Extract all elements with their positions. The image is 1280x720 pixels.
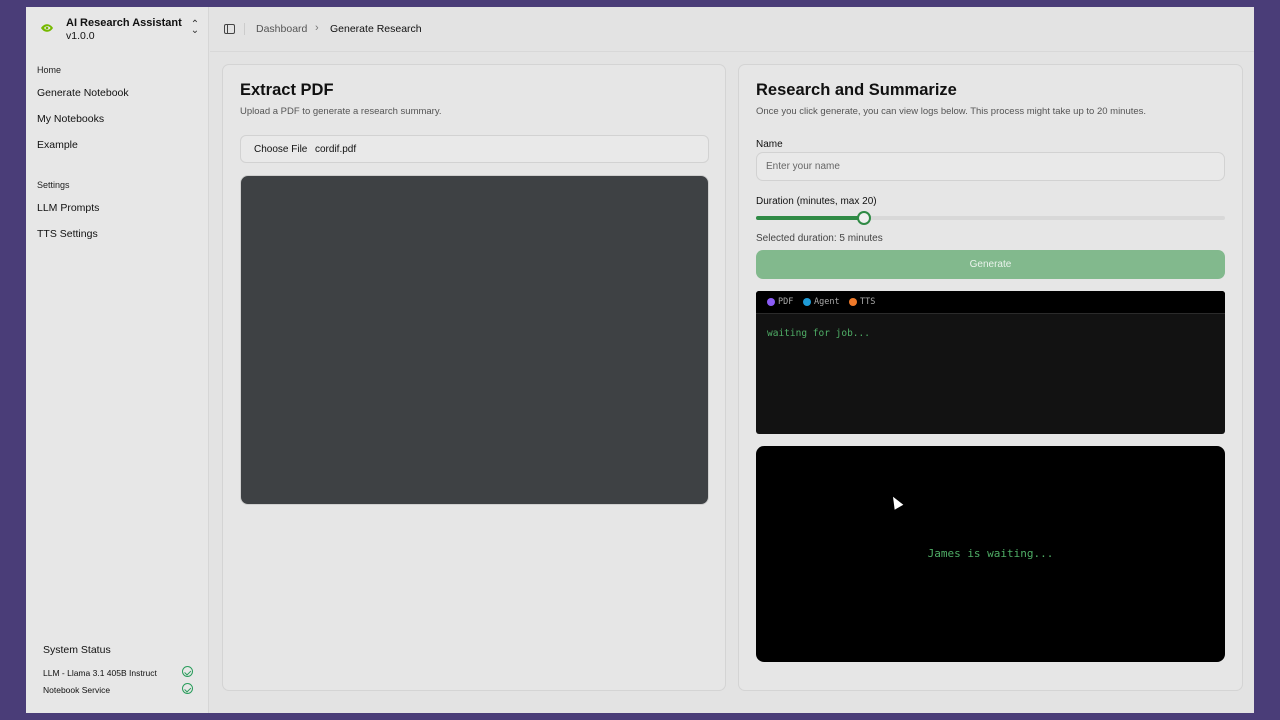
- sidebar-section-home: Home: [37, 65, 62, 75]
- selected-file-name: cordif.pdf: [315, 144, 357, 155]
- system-status-title: System Status: [43, 644, 111, 656]
- sidebar: AI Research Assistant v1.0.0 ⌃ ⌄ Home Gen…: [26, 7, 209, 713]
- extract-pdf-card: Extract PDF Upload a PDF to generate a r…: [222, 64, 726, 691]
- app-version: v1.0.0: [66, 30, 95, 42]
- duration-slider[interactable]: [756, 211, 1225, 225]
- generate-button[interactable]: Generate: [756, 250, 1225, 279]
- name-input[interactable]: [756, 152, 1225, 181]
- log-panel[interactable]: PDF Agent TTS waiting for job...: [756, 291, 1225, 434]
- status-row-notebook: Notebook Service: [43, 683, 193, 697]
- sidebar-item-generate-notebook[interactable]: Generate Notebook: [37, 87, 129, 99]
- chevron-right-icon: ›: [315, 22, 319, 34]
- sidebar-item-my-notebooks[interactable]: My Notebooks: [37, 113, 104, 125]
- status-row-llm: LLM - Llama 3.1 405B Instruct: [43, 666, 193, 680]
- choose-file-button[interactable]: Choose File: [254, 144, 307, 155]
- app-title: AI Research Assistant: [66, 17, 182, 29]
- check-circle-icon: [182, 666, 193, 677]
- legend-dot-icon: [803, 298, 811, 306]
- legend-dot-icon: [767, 298, 775, 306]
- chevron-up-down-icon[interactable]: ⌃ ⌄: [190, 20, 200, 36]
- breadcrumb-dashboard[interactable]: Dashboard: [256, 23, 307, 35]
- sidebar-section-settings: Settings: [37, 180, 70, 190]
- duration-note: Selected duration: 5 minutes: [756, 233, 883, 244]
- player-status: James is waiting...: [927, 547, 1054, 560]
- status-label: Notebook Service: [43, 685, 111, 695]
- research-subtitle: Once you click generate, you can view lo…: [756, 106, 1147, 117]
- sidebar-item-tts-settings[interactable]: TTS Settings: [37, 228, 98, 240]
- legend-label: Agent: [814, 297, 840, 307]
- research-card: Research and Summarize Once you click ge…: [738, 64, 1243, 691]
- extract-pdf-title: Extract PDF: [240, 81, 334, 99]
- sidebar-item-llm-prompts[interactable]: LLM Prompts: [37, 202, 99, 214]
- check-circle-icon: [182, 683, 193, 694]
- sidebar-item-example[interactable]: Example: [37, 139, 78, 151]
- log-legend: PDF Agent TTS: [756, 291, 1225, 314]
- name-label: Name: [756, 139, 783, 150]
- legend-label: PDF: [778, 297, 794, 307]
- sidebar-toggle-icon[interactable]: [224, 24, 235, 34]
- duration-label: Duration (minutes, max 20): [756, 196, 877, 207]
- status-label: LLM - Llama 3.1 405B Instruct: [43, 668, 157, 678]
- legend-label: TTS: [860, 297, 876, 307]
- divider: [244, 23, 245, 35]
- extract-pdf-subtitle: Upload a PDF to generate a research summ…: [240, 106, 442, 117]
- log-output: waiting for job...: [767, 328, 870, 339]
- legend-dot-icon: [849, 298, 857, 306]
- duration-slider-thumb[interactable]: [856, 211, 871, 225]
- app-switcher[interactable]: AI Research Assistant v1.0.0 ⌃ ⌄: [40, 17, 200, 42]
- nvidia-logo-icon: [41, 24, 53, 32]
- research-title: Research and Summarize: [756, 81, 957, 99]
- header: Dashboard › Generate Research: [210, 7, 1254, 52]
- mouse-cursor-icon: [888, 494, 904, 510]
- duration-slider-fill: [756, 216, 864, 220]
- audio-player-panel[interactable]: James is waiting...: [756, 446, 1225, 662]
- breadcrumb-current: Generate Research: [330, 23, 422, 35]
- pdf-preview[interactable]: [240, 175, 709, 505]
- pdf-file-input[interactable]: Choose File cordif.pdf: [240, 135, 709, 163]
- app-window: AI Research Assistant v1.0.0 ⌃ ⌄ Home Gen…: [26, 7, 1254, 713]
